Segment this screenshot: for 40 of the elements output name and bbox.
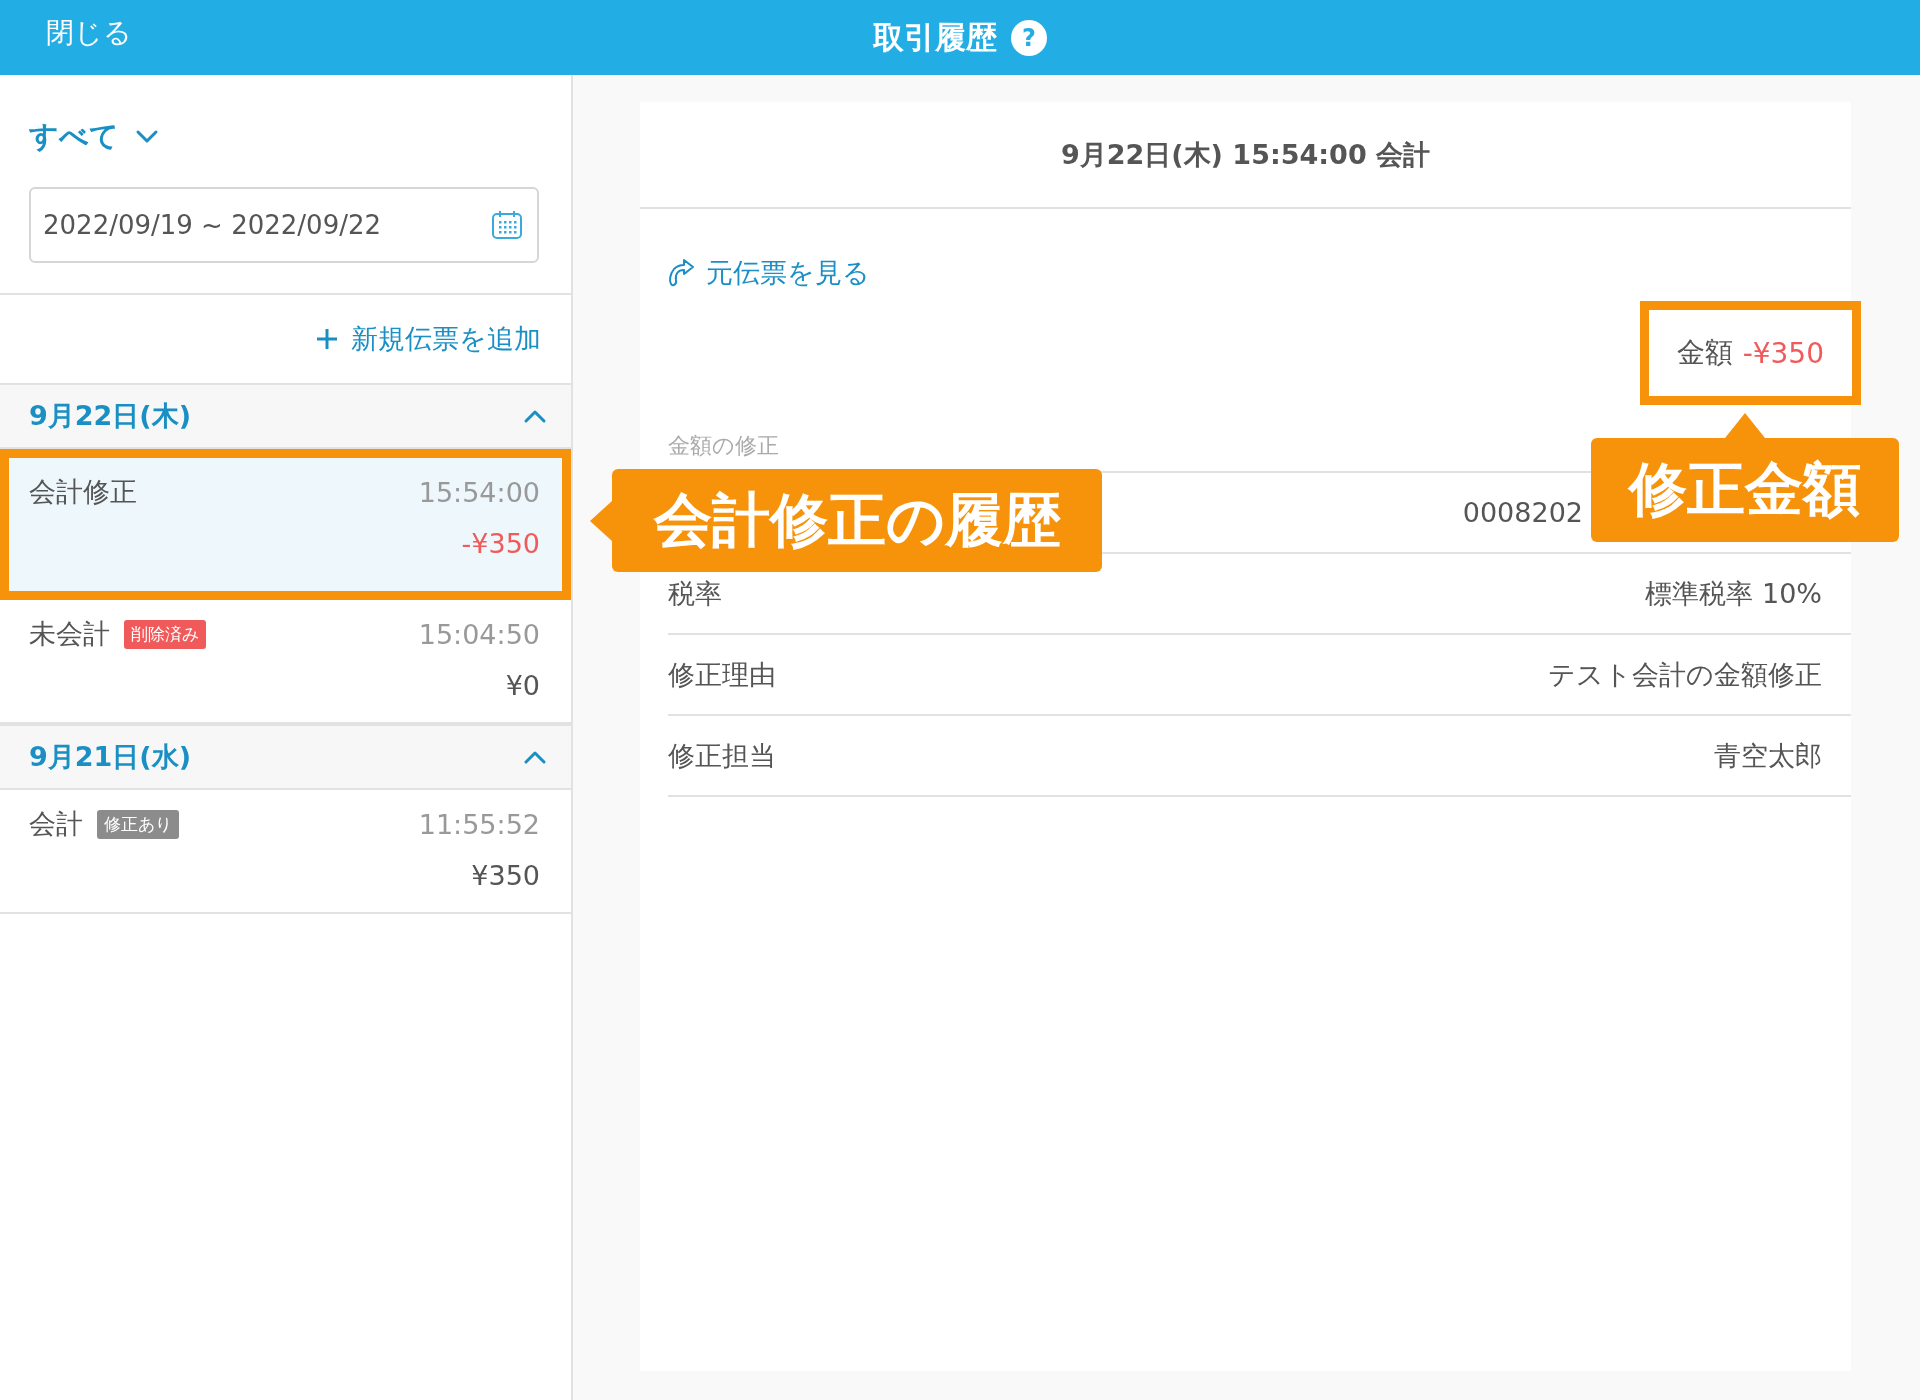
detail-title: 9月22日(木) 15:54:00 会計 bbox=[640, 102, 1851, 209]
transaction-type: 未会計 bbox=[29, 617, 110, 651]
original-slip-link[interactable]: 元伝票を見る bbox=[668, 255, 870, 291]
transaction-item[interactable]: 会計修正 15:54:00 -¥350 bbox=[0, 449, 571, 600]
plus-icon bbox=[315, 327, 339, 351]
transaction-time: 15:54:00 bbox=[418, 476, 540, 508]
transaction-type: 会計修正 bbox=[29, 475, 137, 509]
callout-pointer-icon bbox=[590, 500, 612, 541]
transaction-amount: ¥350 bbox=[471, 860, 540, 891]
date-group-header[interactable]: 9月22日(木) bbox=[0, 383, 571, 449]
transaction-time: 15:04:50 bbox=[418, 618, 540, 650]
curved-arrow-icon bbox=[668, 257, 696, 289]
row-value: 標準税率 10% bbox=[1645, 576, 1822, 611]
status-tag: 修正あり bbox=[97, 809, 179, 839]
transaction-amount: ¥0 bbox=[505, 670, 540, 701]
screen-title: 取引履歴 bbox=[873, 17, 997, 57]
transaction-amount: -¥350 bbox=[461, 528, 540, 559]
chevron-down-icon bbox=[135, 129, 159, 145]
add-slip-button[interactable]: 新規伝票を追加 bbox=[315, 321, 541, 357]
section-label: 金額の修正 bbox=[668, 432, 779, 460]
close-button[interactable]: 閉じる bbox=[46, 14, 132, 52]
row-label: 修正理由 bbox=[668, 657, 776, 692]
row-value: テスト会計の金額修正 bbox=[1548, 657, 1822, 692]
annotation-callout: 修正金額 bbox=[1591, 413, 1899, 542]
filter-dropdown[interactable]: すべて bbox=[29, 117, 159, 157]
date-range-field[interactable]: 2022/09/19 ~ 2022/09/22 bbox=[29, 187, 539, 263]
transaction-time: 11:55:52 bbox=[418, 808, 540, 840]
annotation-callout: 会計修正の履歴 bbox=[590, 469, 1102, 572]
calendar-icon bbox=[491, 210, 523, 240]
transaction-type: 会計 bbox=[29, 807, 83, 841]
callout-pointer-icon bbox=[1725, 413, 1765, 438]
amount-label: 金額 bbox=[1676, 335, 1733, 371]
row-label: 税率 bbox=[668, 576, 722, 611]
date-group-header[interactable]: 9月21日(水) bbox=[0, 724, 571, 790]
help-button[interactable]: ? bbox=[1011, 19, 1047, 56]
amount-value: -¥350 bbox=[1742, 336, 1824, 370]
row-label: 修正担当 bbox=[668, 738, 776, 773]
status-tag: 削除済み bbox=[124, 619, 206, 649]
row-value: 0008202 bbox=[1462, 497, 1583, 528]
row-value: 青空太郎 bbox=[1714, 738, 1822, 773]
